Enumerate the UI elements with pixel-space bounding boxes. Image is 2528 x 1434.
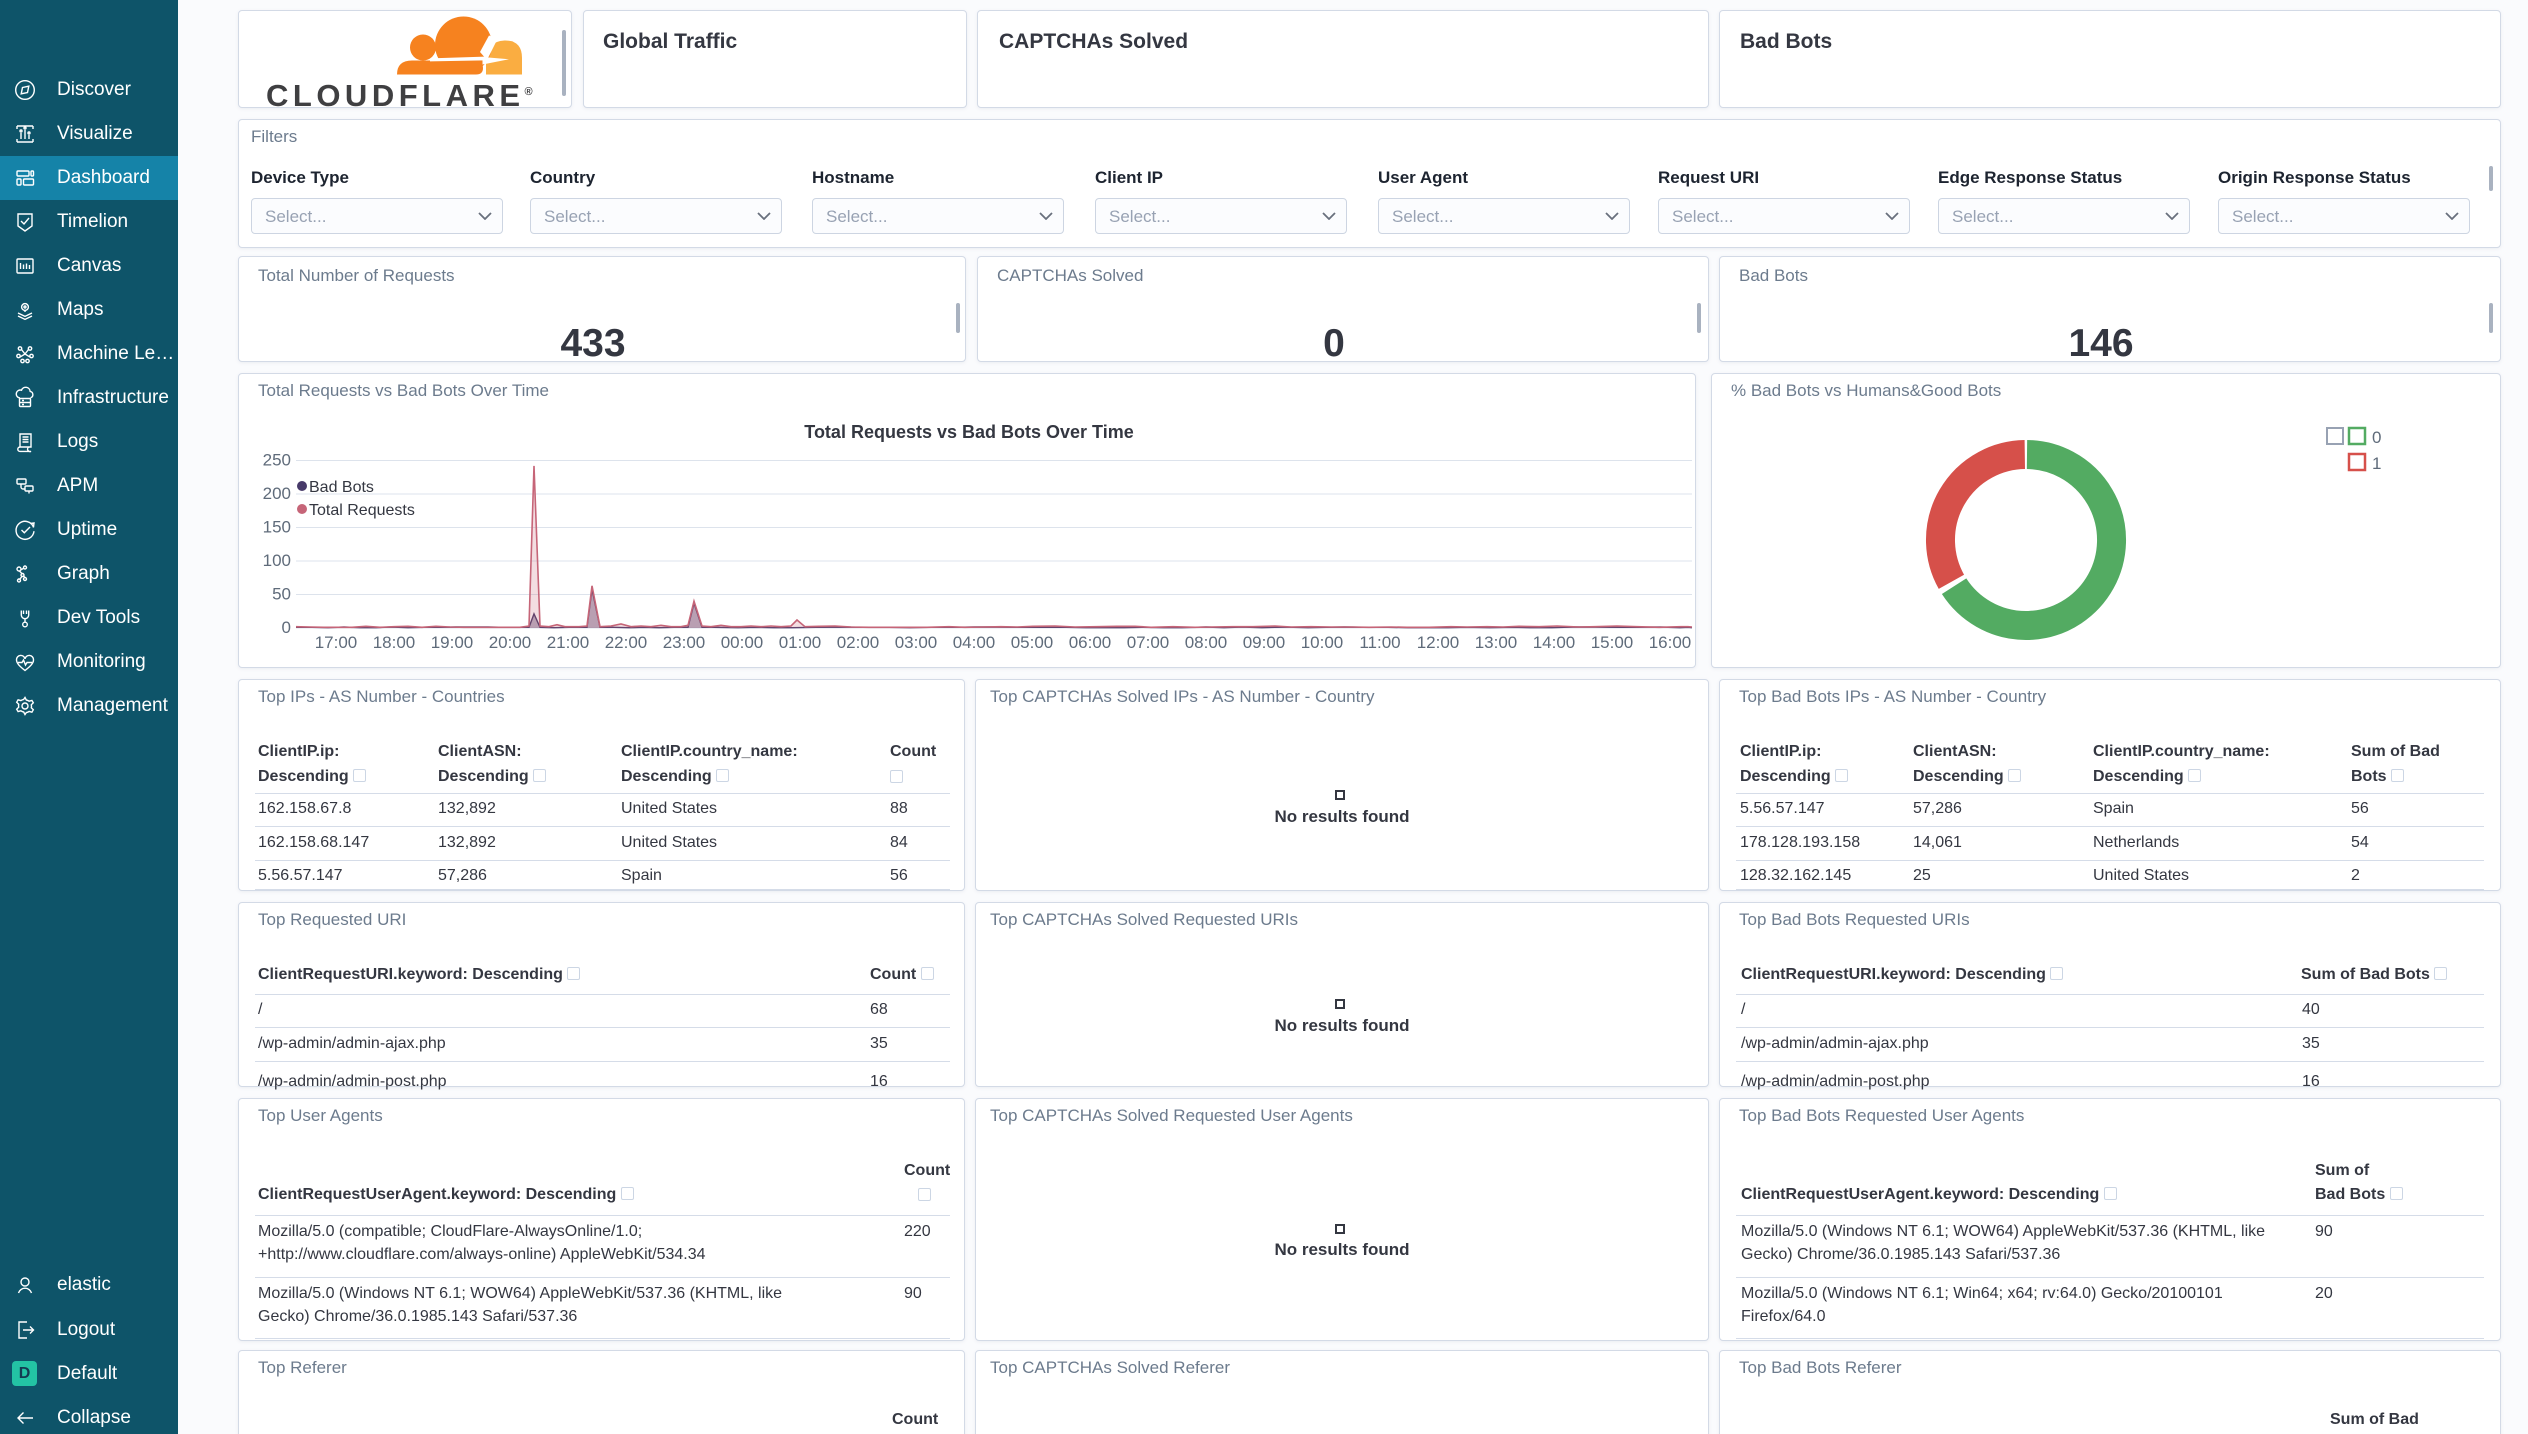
svg-text:23:00: 23:00 — [663, 633, 706, 652]
svg-text:20:00: 20:00 — [489, 633, 532, 652]
svg-text:10:00: 10:00 — [1301, 633, 1344, 652]
svg-text:22:00: 22:00 — [605, 633, 648, 652]
svg-text:01:00: 01:00 — [779, 633, 822, 652]
svg-text:250: 250 — [263, 451, 291, 470]
svg-text:200: 200 — [263, 484, 291, 503]
svg-text:100: 100 — [263, 551, 291, 570]
svg-text:08:00: 08:00 — [1185, 633, 1228, 652]
svg-text:13:00: 13:00 — [1475, 633, 1518, 652]
svg-text:Total Requests: Total Requests — [309, 502, 415, 519]
svg-text:17:00: 17:00 — [315, 633, 358, 652]
svg-text:12:00: 12:00 — [1417, 633, 1460, 652]
svg-text:06:00: 06:00 — [1069, 633, 1112, 652]
svg-text:15:00: 15:00 — [1591, 633, 1634, 652]
svg-text:0: 0 — [2372, 428, 2381, 447]
svg-text:16:00: 16:00 — [1649, 633, 1692, 652]
svg-text:Bad Bots: Bad Bots — [309, 479, 374, 496]
svg-text:150: 150 — [263, 518, 291, 537]
svg-text:05:00: 05:00 — [1011, 633, 1054, 652]
svg-text:04:00: 04:00 — [953, 633, 996, 652]
svg-text:0: 0 — [282, 618, 291, 637]
svg-text:Total Requests vs Bad Bots Ove: Total Requests vs Bad Bots Over Time — [804, 422, 1133, 442]
svg-text:11:00: 11:00 — [1359, 633, 1400, 652]
svg-text:02:00: 02:00 — [837, 633, 880, 652]
svg-text:50: 50 — [272, 585, 291, 604]
svg-text:14:00: 14:00 — [1533, 633, 1576, 652]
svg-text:1: 1 — [2372, 454, 2381, 473]
svg-text:09:00: 09:00 — [1243, 633, 1286, 652]
svg-text:07:00: 07:00 — [1127, 633, 1170, 652]
svg-text:00:00: 00:00 — [721, 633, 764, 652]
svg-text:03:00: 03:00 — [895, 633, 938, 652]
svg-text:19:00: 19:00 — [431, 633, 474, 652]
svg-text:18:00: 18:00 — [373, 633, 416, 652]
svg-text:21:00: 21:00 — [547, 633, 590, 652]
